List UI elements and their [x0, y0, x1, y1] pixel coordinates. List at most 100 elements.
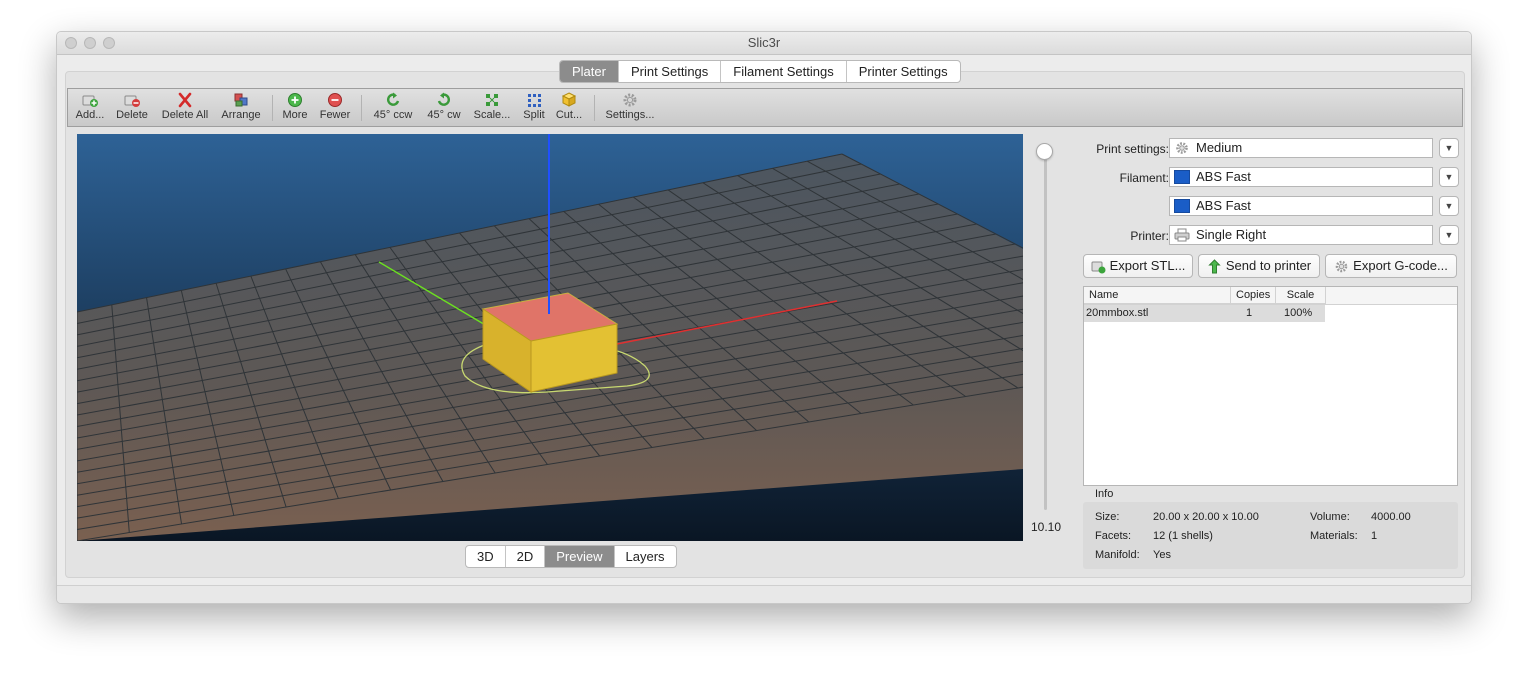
rotate-cw-button[interactable]: 45° cw [420, 92, 468, 124]
object-name: 20mmbox.stl [1086, 307, 1149, 319]
printer-dropdown-button[interactable]: ▼ [1439, 225, 1459, 245]
cut-button[interactable]: Cut... [552, 92, 586, 124]
cut-label: Cut... [555, 109, 583, 121]
tab-printer-settings[interactable]: Printer Settings [847, 61, 960, 82]
minus-circle-icon [328, 93, 342, 107]
filament-select-1[interactable]: ABS Fast [1169, 167, 1433, 187]
column-header-name[interactable]: Name [1084, 287, 1231, 304]
materials-value: 1 [1371, 530, 1378, 542]
chevron-down-icon: ▼ [1444, 143, 1454, 153]
size-value: 20.00 x 20.00 x 10.00 [1153, 511, 1259, 523]
column-header-scale[interactable]: Scale [1276, 287, 1326, 304]
print-settings-value: Medium [1196, 140, 1243, 155]
settings-button[interactable]: Settings... [600, 92, 660, 124]
delete-all-button[interactable]: Delete All [156, 92, 214, 124]
add-label: Add... [75, 109, 105, 121]
info-title: Info [1095, 488, 1114, 500]
object-scale: 100% [1284, 307, 1313, 319]
filament-2-dropdown-button[interactable]: ▼ [1439, 196, 1459, 216]
chevron-down-icon: ▼ [1444, 172, 1454, 182]
status-bar [57, 585, 1471, 603]
fewer-button[interactable]: Fewer [316, 92, 354, 124]
print-settings-dropdown-button[interactable]: ▼ [1439, 138, 1459, 158]
export-stl-icon [1091, 261, 1106, 273]
cut-cube-icon [561, 92, 577, 107]
filament-1-dropdown-button[interactable]: ▼ [1439, 167, 1459, 187]
plater-toolbar: Add... Delete Delete All Arrange More Fe… [67, 88, 1463, 127]
toolbar-separator [594, 95, 595, 121]
gear-icon [623, 93, 637, 107]
more-label: More [282, 109, 308, 121]
volume-label: Volume: [1310, 511, 1350, 523]
filament-select-2[interactable]: ABS Fast [1169, 196, 1433, 216]
tab-preview[interactable]: Preview [545, 546, 615, 567]
layer-slider-track[interactable] [1044, 158, 1047, 510]
tab-plater[interactable]: Plater [560, 61, 619, 82]
3d-viewport[interactable] [77, 134, 1023, 541]
manifold-value: Yes [1153, 549, 1171, 561]
export-gcode-button[interactable]: Export G-code... [1325, 254, 1457, 278]
export-stl-button[interactable]: Export STL... [1083, 254, 1193, 278]
tab-filament-settings[interactable]: Filament Settings [721, 61, 847, 82]
filament-row: Filament: ABS Fast ▼ [1077, 167, 1459, 189]
layer-slider-handle[interactable] [1036, 143, 1053, 160]
add-brick-icon [82, 95, 98, 107]
printer-select[interactable]: Single Right [1169, 225, 1433, 245]
title-bar: Slic3r [57, 32, 1471, 55]
rotate-ccw-button[interactable]: 45° ccw [368, 92, 418, 124]
split-icon [528, 94, 541, 107]
scale-label: Scale... [473, 109, 511, 121]
tab-3d[interactable]: 3D [466, 546, 506, 567]
print-settings-select[interactable]: Medium [1169, 138, 1433, 158]
manifold-label: Manifold: [1095, 549, 1140, 561]
printer-icon [1174, 228, 1190, 242]
table-row[interactable]: 20mmbox.stl 1 100% [1084, 305, 1325, 322]
printer-label: Printer: [1130, 229, 1169, 243]
gear-icon [1335, 260, 1348, 272]
gear-icon [1176, 142, 1188, 154]
info-panel: Size: 20.00 x 20.00 x 10.00 Volume: 4000… [1083, 502, 1458, 569]
rotate-cw-icon [437, 92, 450, 106]
filament-row-2: ABS Fast ▼ [1077, 196, 1459, 218]
app-window: Slic3r Plater Print Settings Filament Se… [56, 31, 1472, 604]
send-to-printer-label: Send to printer [1225, 258, 1312, 273]
object-list[interactable]: Name Copies Scale 20mmbox.stl 1 100% [1083, 286, 1458, 486]
add-button[interactable]: Add... [70, 92, 110, 124]
object-copies: 1 [1246, 307, 1253, 319]
settings-label: Settings... [605, 109, 655, 121]
arrange-label: Arrange [221, 109, 261, 121]
printer-row: Printer: Single Right ▼ [1077, 225, 1459, 247]
rotate-ccw-label: 45° ccw [373, 109, 413, 121]
send-to-printer-button[interactable]: Send to printer [1198, 254, 1320, 278]
rotate-cw-label: 45° cw [427, 109, 461, 121]
print-settings-row: Print settings: Medium ▼ [1077, 138, 1459, 160]
filament-label: Filament: [1119, 171, 1169, 185]
chevron-down-icon: ▼ [1444, 201, 1454, 211]
tab-layers[interactable]: Layers [615, 546, 676, 567]
filament-color-swatch[interactable] [1174, 199, 1190, 213]
delete-all-label: Delete All [161, 109, 209, 121]
toolbar-separator [361, 95, 362, 121]
scale-button[interactable]: Scale... [470, 92, 514, 124]
tab-2d[interactable]: 2D [506, 546, 546, 567]
split-button[interactable]: Split [518, 92, 550, 124]
rotate-ccw-icon [387, 92, 400, 106]
scale-icon [486, 94, 498, 106]
split-label: Split [523, 109, 545, 121]
arrange-button[interactable]: Arrange [217, 92, 265, 124]
arrange-icon [234, 93, 248, 107]
fewer-label: Fewer [319, 109, 351, 121]
delete-button[interactable]: Delete [112, 92, 152, 124]
filament-color-swatch[interactable] [1174, 170, 1190, 184]
export-stl-label: Export STL... [1109, 258, 1186, 273]
column-header-copies[interactable]: Copies [1231, 287, 1276, 304]
window-title: Slic3r [747, 35, 781, 50]
view-mode-tabs: 3D 2D Preview Layers [465, 545, 677, 568]
chevron-down-icon: ▼ [1444, 230, 1454, 240]
filament-value-1: ABS Fast [1196, 169, 1251, 184]
size-label: Size: [1095, 511, 1120, 523]
more-button[interactable]: More [276, 92, 314, 124]
plus-circle-icon [288, 93, 302, 107]
facets-label: Facets: [1095, 530, 1132, 542]
tab-print-settings[interactable]: Print Settings [619, 61, 722, 82]
